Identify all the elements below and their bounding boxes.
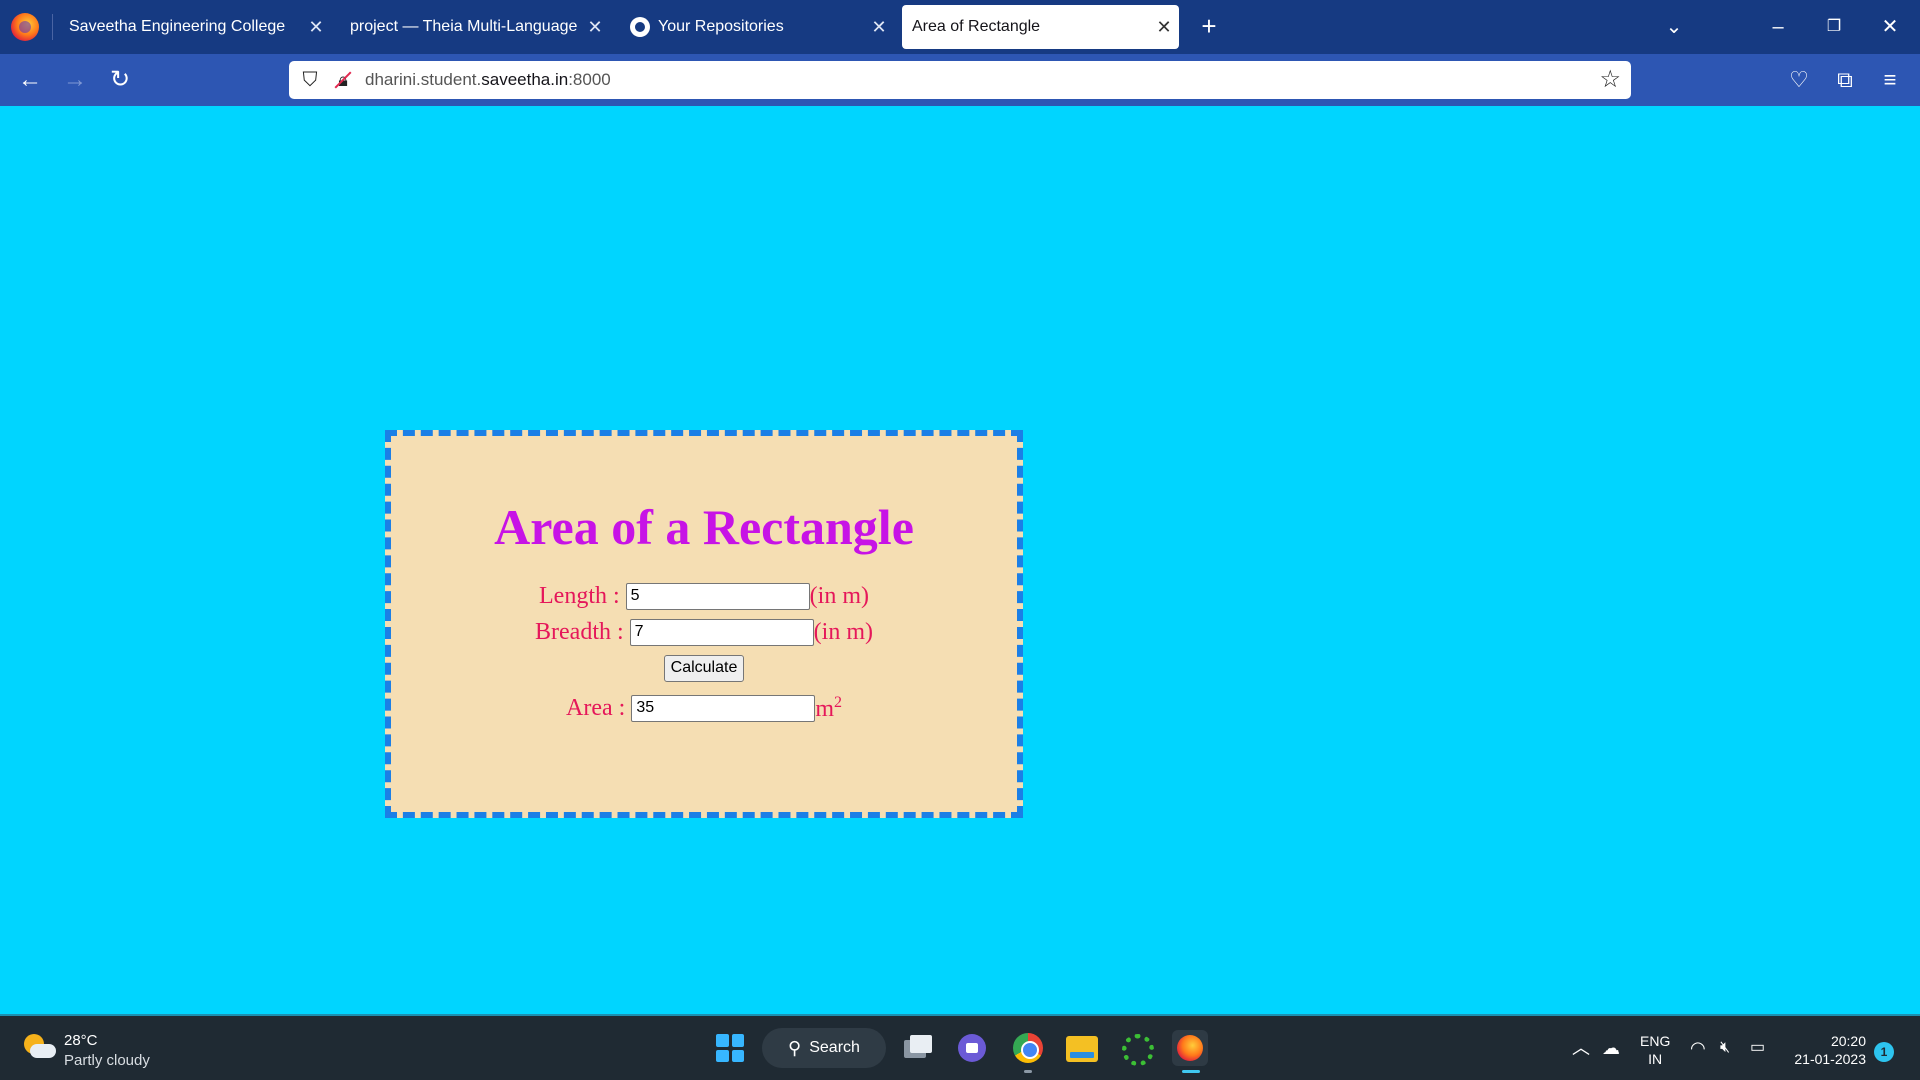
breadth-unit: (in m) xyxy=(813,618,873,645)
tab-title: Saveetha Engineering College xyxy=(69,18,286,35)
url-text[interactable]: dharini.student.saveetha.in:8000 xyxy=(365,70,611,90)
tracking-protection-icon[interactable]: ⛉ xyxy=(299,69,321,91)
start-icon[interactable] xyxy=(712,1030,748,1066)
area-unit: m2 xyxy=(815,694,842,723)
forward-icon[interactable]: → xyxy=(58,63,92,97)
search-icon: ⚲ xyxy=(788,1037,802,1058)
tab-area-of-rectangle[interactable]: Area of Rectangle ✕ xyxy=(902,5,1179,49)
pocket-icon[interactable]: ♡ xyxy=(1782,63,1816,97)
new-tab-button[interactable]: + xyxy=(1194,12,1224,42)
notification-badge[interactable]: 1 xyxy=(1874,1042,1894,1062)
show-hidden-icons[interactable]: ︿ xyxy=(1572,1036,1590,1060)
tab-repositories[interactable]: Your Repositories ✕ xyxy=(614,5,894,49)
input-language[interactable]: ENG IN xyxy=(1640,1032,1670,1068)
clock-date: 21-01-2023 xyxy=(1794,1051,1866,1067)
reload-icon[interactable]: ↻ xyxy=(103,63,137,97)
weather-description[interactable]: Partly cloudy xyxy=(64,1052,150,1069)
breadth-row: Breadth : (in m) xyxy=(391,614,1017,650)
weather-icon[interactable] xyxy=(22,1032,56,1062)
page-title: Area of a Rectangle xyxy=(494,499,914,555)
bookmark-star-icon[interactable]: ☆ xyxy=(1599,68,1621,92)
close-icon[interactable]: ✕ xyxy=(580,17,610,38)
tab-title: Area of Rectangle xyxy=(912,18,1041,35)
task-view-icon[interactable] xyxy=(900,1030,936,1066)
volume-muted-icon[interactable]: 🔇︎ xyxy=(1720,1036,1730,1060)
url-host: saveetha.in xyxy=(481,70,569,89)
area-row: Area : m2 xyxy=(391,690,1017,726)
insecure-lock-icon[interactable]: 🔒︎ xyxy=(333,69,353,91)
calculate-button[interactable]: Calculate xyxy=(663,654,745,682)
chrome-running-indicator xyxy=(1024,1070,1032,1073)
close-icon[interactable]: ✕ xyxy=(301,17,331,38)
close-window-icon[interactable]: ✕ xyxy=(1868,10,1912,44)
close-icon[interactable]: ✕ xyxy=(864,17,894,38)
close-icon[interactable]: ✕ xyxy=(1149,17,1179,38)
url-suffix: :8000 xyxy=(568,70,611,89)
navigation-bar: ← → ↻ ⛉ 🔒︎ dharini.student.saveetha.in:8… xyxy=(0,54,1920,106)
tab-separator xyxy=(52,14,53,40)
list-all-tabs-icon[interactable]: ⌄ xyxy=(1652,10,1696,44)
area-output[interactable] xyxy=(631,694,816,722)
firefox-icon[interactable] xyxy=(11,13,39,41)
battery-icon[interactable]: ▭ xyxy=(1750,1036,1765,1060)
taskbar-search-button[interactable]: ⚲ Search xyxy=(762,1028,886,1068)
restore-icon[interactable]: ❐ xyxy=(1812,10,1856,44)
tab-title: project — Theia Multi-Language Ex xyxy=(350,18,580,35)
onedrive-icon[interactable]: ☁ xyxy=(1602,1036,1620,1060)
length-unit: (in m) xyxy=(809,582,869,609)
area-unit-base: m xyxy=(815,695,834,722)
chrome-icon[interactable] xyxy=(1010,1030,1046,1066)
back-icon[interactable]: ← xyxy=(13,63,47,97)
minimize-icon[interactable]: – xyxy=(1756,10,1800,44)
calculator-card: Area of a Rectangle Length : (in m) Brea… xyxy=(385,430,1023,818)
weather-temperature[interactable]: 28°C xyxy=(64,1032,98,1049)
file-explorer-icon[interactable] xyxy=(1064,1030,1100,1066)
region-code: IN xyxy=(1648,1051,1663,1067)
page-content: Area of a Rectangle Length : (in m) Brea… xyxy=(0,106,1920,1014)
tab-bar: Saveetha Engineering College ✕ project —… xyxy=(0,0,1920,54)
teams-chat-icon[interactable] xyxy=(954,1030,990,1066)
firefox-active-indicator xyxy=(1182,1070,1200,1073)
breadth-input[interactable] xyxy=(629,618,814,646)
clock-time: 20:20 xyxy=(1830,1033,1866,1049)
language-code: ENG xyxy=(1640,1033,1671,1049)
taskbar: 28°C Partly cloudy ⚲ Search ︿ ☁ ENG IN ◠… xyxy=(0,1014,1920,1080)
area-unit-exponent: 2 xyxy=(833,693,842,711)
tab-theia[interactable]: project — Theia Multi-Language Ex ✕ xyxy=(334,5,610,49)
length-label: Length : xyxy=(539,582,620,609)
menu-icon[interactable]: ≡ xyxy=(1873,63,1907,97)
length-row: Length : (in m) xyxy=(391,578,1017,614)
tab-title: Your Repositories xyxy=(658,18,784,35)
firefox-taskbar-icon[interactable] xyxy=(1172,1030,1208,1066)
wifi-icon[interactable]: ◠ xyxy=(1690,1036,1706,1060)
app-ring-icon[interactable] xyxy=(1118,1030,1154,1066)
url-prefix: dharini.student. xyxy=(365,70,482,89)
github-icon xyxy=(630,17,650,37)
area-label: Area : xyxy=(566,694,626,721)
search-label: Search xyxy=(809,1039,860,1056)
breadth-label: Breadth : xyxy=(535,618,624,645)
extensions-icon[interactable]: ⧉ xyxy=(1828,63,1862,97)
address-bar[interactable]: ⛉ 🔒︎ dharini.student.saveetha.in:8000 ☆ xyxy=(289,61,1631,99)
system-clock[interactable]: 20:20 21-01-2023 xyxy=(1790,1032,1866,1068)
button-row: Calculate xyxy=(391,650,1017,686)
tab-saveetha[interactable]: Saveetha Engineering College ✕ xyxy=(53,5,331,49)
length-input[interactable] xyxy=(625,582,810,610)
